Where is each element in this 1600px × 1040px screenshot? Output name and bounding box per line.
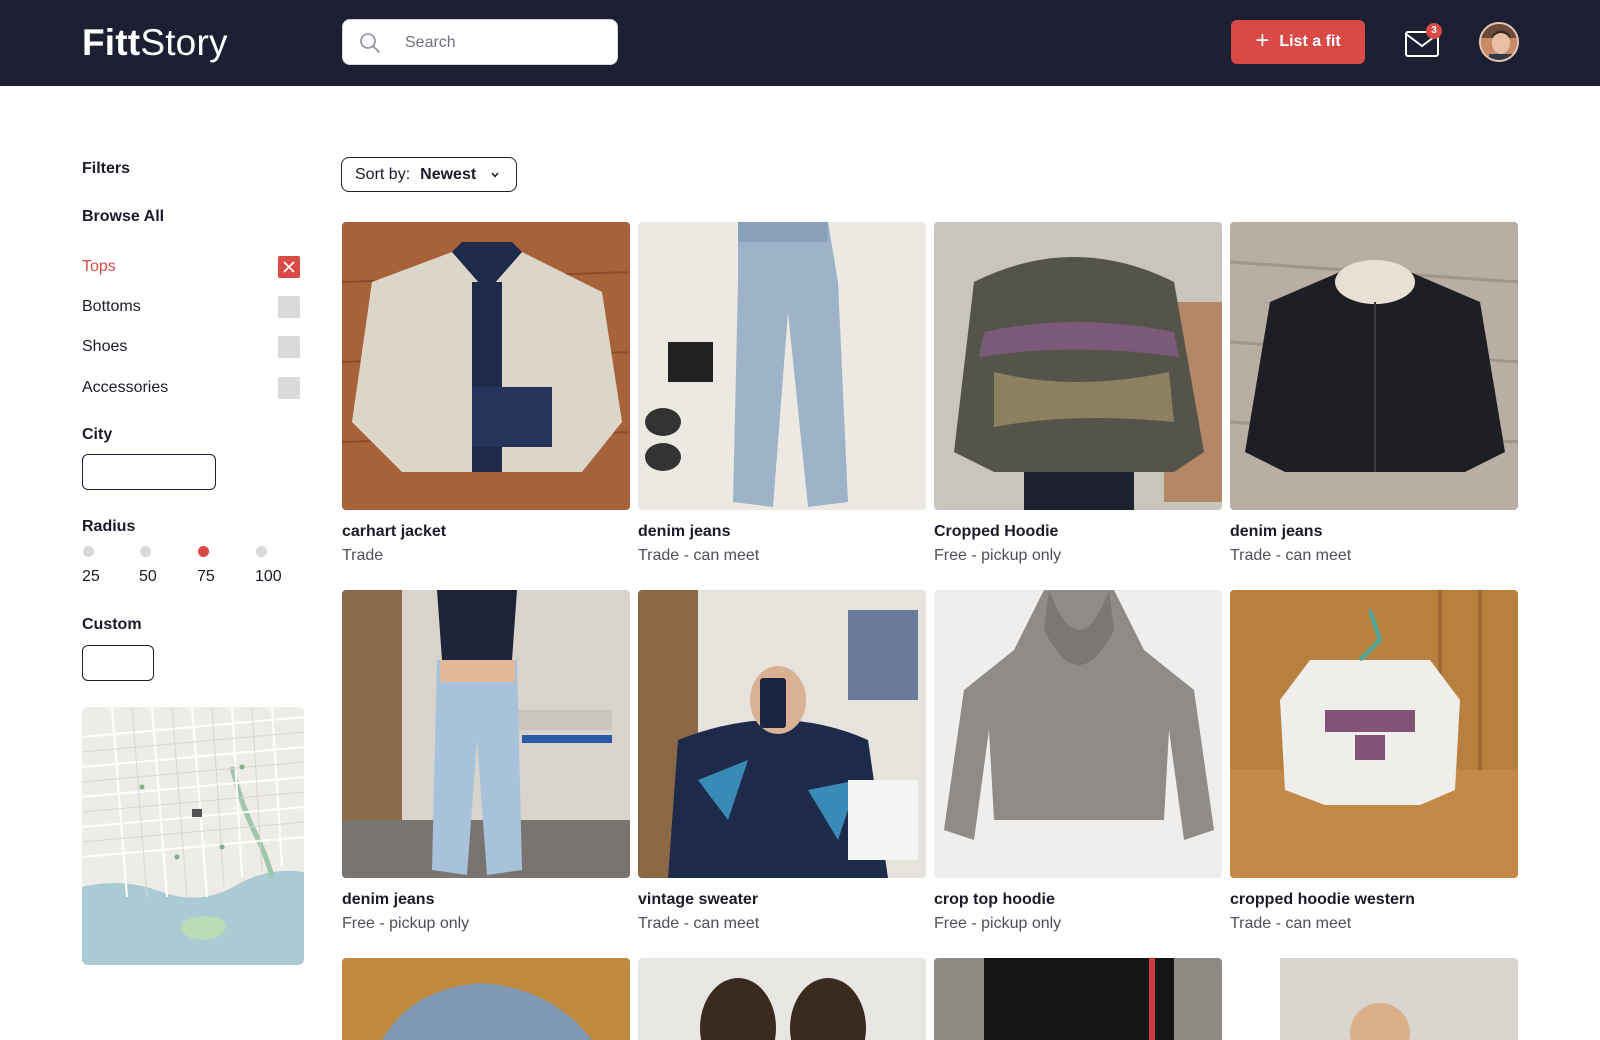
listing-photo[interactable] [934,590,1222,878]
search-placeholder: Search [405,34,456,51]
listing-photo[interactable] [342,222,630,510]
category-label: Shoes [82,338,128,355]
close-icon [283,261,295,273]
notification-badge: 3 [1426,23,1442,39]
category-checkbox[interactable] [278,256,300,278]
city-heading: City [82,426,113,443]
custom-heading: Custom [82,616,142,633]
radius-label-100: 100 [255,568,282,585]
category-filter-bottoms[interactable]: Bottoms [82,296,300,320]
listing-subtitle: Trade - can meet [638,547,760,564]
listing-subtitle: Trade - can meet [1230,915,1352,932]
logo-light-text: Story [140,22,228,63]
listing-title: denim jeans [342,891,435,908]
listing-photo[interactable] [1230,590,1518,878]
listing-subtitle: Free - pickup only [934,547,1062,564]
app-logo[interactable]: FittStory [82,22,228,64]
logo-bold-text: Fitt [82,22,141,63]
radius-option-75[interactable] [198,546,209,557]
listing-photo-partial[interactable] [342,958,630,1040]
sort-label: Sort by: [355,165,411,183]
listing-subtitle: Trade - can meet [638,915,760,932]
category-checkbox[interactable] [278,377,300,399]
plus-icon: + [1255,27,1270,54]
avatar[interactable] [1479,22,1519,62]
listing-photo-partial[interactable] [1230,958,1518,1040]
list-a-fit-label: List a fit [1279,33,1341,50]
category-checkbox[interactable] [278,296,300,318]
radius-option-50[interactable] [140,546,151,557]
category-checkbox[interactable] [278,336,300,358]
category-label: Bottoms [82,298,141,315]
listing-title: denim jeans [638,523,731,540]
listing-card[interactable]: denim jeans Trade - can meet [1230,222,1518,564]
top-nav-bar: FittStory Search + List a fit 3 [0,0,1600,86]
sort-value: Newest [420,165,477,183]
listing-photo[interactable] [342,590,630,878]
radius-option-100[interactable] [256,546,267,557]
listing-card[interactable]: cropped hoodie western Trade - can meet [1230,590,1518,932]
search-icon [360,33,380,53]
listing-card[interactable]: vintage sweater Trade - can meet [638,590,926,932]
radius-label-75: 75 [197,568,215,585]
category-filter-accessories[interactable]: Accessories [82,377,300,401]
browse-all-link[interactable]: Browse All [82,208,164,226]
category-label: Tops [82,258,116,275]
listing-photo[interactable] [934,222,1222,510]
listing-subtitle: Trade - can meet [1230,547,1352,564]
listing-title: crop top hoodie [934,891,1055,908]
city-input[interactable] [82,454,216,490]
listing-subtitle: Free - pickup only [342,915,470,932]
location-map[interactable] [82,707,304,965]
category-filter-tops[interactable]: Tops [82,256,300,280]
category-label: Accessories [82,379,169,396]
custom-radius-input[interactable] [82,645,154,681]
listing-photo[interactable] [638,590,926,878]
radius-heading: Radius [82,518,136,535]
listing-card[interactable]: carhart jacket Trade [342,222,630,564]
listing-title: denim jeans [1230,523,1323,540]
listing-card[interactable]: Cropped Hoodie Free - pickup only [934,222,1222,564]
search-input[interactable]: Search [342,19,618,65]
listing-card[interactable]: crop top hoodie Free - pickup only [934,590,1222,932]
sort-dropdown[interactable]: Sort by: Newest [341,157,517,192]
listing-subtitle: Trade [342,547,384,564]
listing-subtitle: Free - pickup only [934,915,1062,932]
listing-photo-partial[interactable] [934,958,1222,1040]
category-filter-shoes[interactable]: Shoes [82,336,300,360]
radius-option-25[interactable] [83,546,94,557]
listing-title: Cropped Hoodie [934,523,1059,540]
radius-label-25: 25 [82,568,100,585]
listing-card[interactable]: denim jeans Free - pickup only [342,590,630,932]
listing-title: carhart jacket [342,523,447,540]
radius-label-50: 50 [139,568,157,585]
listing-title: vintage sweater [638,891,759,908]
chevron-down-icon [491,172,499,178]
listing-photo[interactable] [1230,222,1518,510]
listing-photo-partial[interactable] [638,958,926,1040]
listing-photo[interactable] [638,222,926,510]
listing-card[interactable]: denim jeans Trade - can meet [638,222,926,564]
listing-title: cropped hoodie western [1230,891,1415,908]
list-a-fit-button[interactable]: + List a fit [1231,20,1365,64]
filters-heading: Filters [82,160,131,177]
